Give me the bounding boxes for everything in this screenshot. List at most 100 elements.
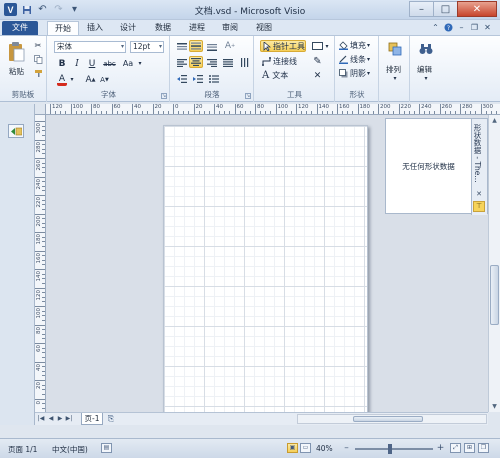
- text-direction-icon[interactable]: [238, 57, 251, 68]
- tab-design[interactable]: 设计: [115, 21, 141, 35]
- zoom-level[interactable]: 40%: [316, 444, 333, 453]
- edit-dropdown-icon[interactable]: ▾: [422, 74, 430, 82]
- text-tool-button[interactable]: A 文本: [260, 70, 300, 81]
- change-case-button[interactable]: Aa: [120, 58, 136, 69]
- shape-data-close-icon[interactable]: ✕: [474, 190, 484, 199]
- copy-icon[interactable]: [33, 54, 43, 64]
- macro-record-icon[interactable]: ▤: [101, 443, 112, 453]
- close-button[interactable]: ✕: [457, 1, 497, 17]
- font-name-select[interactable]: 宋体 ▾: [54, 41, 126, 53]
- paste-label[interactable]: 粘贴: [9, 66, 24, 77]
- vertical-scrollbar[interactable]: ▲ ▼: [488, 115, 500, 412]
- close-tool-icon[interactable]: ✕: [312, 70, 323, 81]
- shape-data-pin-icon[interactable]: ⊤: [473, 201, 485, 212]
- cut-icon[interactable]: ✂: [33, 40, 43, 50]
- tab-data[interactable]: 数据: [150, 21, 176, 35]
- line-dropdown-icon[interactable]: ▾: [367, 56, 370, 63]
- fill-button[interactable]: 填充 ▾: [339, 40, 376, 51]
- connector-tool-button[interactable]: 连接线: [260, 56, 304, 67]
- zoom-in-icon[interactable]: +: [436, 443, 445, 453]
- language-indicator[interactable]: 中文(中国): [52, 444, 88, 455]
- font-name-dropdown-icon[interactable]: ▾: [121, 42, 124, 52]
- next-page-icon[interactable]: ▶: [56, 414, 64, 424]
- paste-icon[interactable]: [5, 40, 27, 64]
- ruler-minor-tick: [126, 111, 128, 114]
- shape-data-titlebar[interactable]: 形状数据 - The... ✕ ⊤: [471, 119, 487, 215]
- full-page-view-icon[interactable]: ▣: [287, 443, 298, 453]
- shrink-font-button[interactable]: A ▼: [99, 74, 110, 85]
- insert-page-icon[interactable]: ⎘: [105, 414, 117, 424]
- shadow-button[interactable]: 阴影 ▾: [339, 68, 376, 79]
- align-right-icon[interactable]: [205, 57, 218, 68]
- font-color-dropdown-icon[interactable]: ▾: [69, 74, 75, 85]
- tab-insert[interactable]: 插入: [82, 21, 108, 35]
- line-button[interactable]: 线条 ▾: [339, 54, 376, 65]
- tab-home[interactable]: 开始: [47, 21, 79, 35]
- horizontal-scroll-thumb[interactable]: [353, 416, 423, 422]
- tab-view[interactable]: 视图: [251, 21, 277, 35]
- format-painter-icon[interactable]: [33, 68, 43, 78]
- tab-process[interactable]: 进程: [184, 21, 210, 35]
- horizontal-scrollbar[interactable]: [297, 414, 487, 424]
- bullets-icon[interactable]: [207, 73, 220, 84]
- arrange-dropdown-icon[interactable]: ▾: [391, 74, 399, 82]
- justify-icon[interactable]: [221, 57, 234, 68]
- decrease-indent-icon[interactable]: [175, 73, 188, 84]
- align-middle-icon[interactable]: [189, 40, 203, 52]
- zoom-slider[interactable]: [355, 448, 433, 450]
- rectangle-tool-icon[interactable]: [311, 41, 324, 51]
- drawing-page[interactable]: [163, 125, 368, 412]
- increase-indent-icon[interactable]: [191, 73, 204, 84]
- font-size-dropdown-icon[interactable]: ▾: [159, 42, 162, 52]
- vertical-scroll-thumb[interactable]: [490, 265, 499, 325]
- tab-review[interactable]: 审阅: [217, 21, 243, 35]
- scroll-down-icon[interactable]: ▼: [490, 402, 499, 411]
- grow-font-button[interactable]: A ▲: [85, 74, 96, 85]
- zoom-out-icon[interactable]: –: [342, 443, 351, 453]
- page-tab-1[interactable]: 页-1: [81, 413, 103, 425]
- ruler-minor-tick: [116, 111, 118, 114]
- text-size-icon[interactable]: A +: [223, 40, 237, 52]
- ruler-minor-tick: [342, 111, 344, 114]
- ruler-minor-tick: [60, 111, 62, 114]
- first-page-icon[interactable]: |◀: [37, 414, 45, 424]
- shadow-dropdown-icon[interactable]: ▾: [367, 70, 370, 77]
- strikethrough-button[interactable]: abc: [102, 58, 117, 69]
- page-indicator[interactable]: 页面 1/1: [8, 444, 37, 455]
- tab-file[interactable]: 文件: [2, 21, 38, 35]
- binoculars-icon[interactable]: [417, 41, 435, 57]
- minimize-ribbon-icon[interactable]: ⌃: [431, 23, 440, 32]
- fit-page-icon[interactable]: ⤢: [450, 443, 461, 453]
- pointer-tool-button[interactable]: 指针工具: [260, 40, 306, 52]
- help-icon[interactable]: ?: [444, 23, 453, 32]
- shape-tool-dropdown-icon[interactable]: ▾: [324, 41, 330, 51]
- underline-button[interactable]: U: [87, 58, 97, 69]
- maximize-button[interactable]: □: [433, 1, 458, 17]
- minimize-button[interactable]: –: [409, 1, 434, 17]
- font-color-button[interactable]: A: [57, 74, 67, 86]
- fill-dropdown-icon[interactable]: ▾: [367, 42, 370, 49]
- font-size-select[interactable]: 12pt ▾: [130, 41, 164, 53]
- prev-page-icon[interactable]: ◀: [47, 414, 55, 424]
- switch-windows-icon[interactable]: ❐: [478, 443, 489, 453]
- bold-button[interactable]: B: [57, 58, 67, 69]
- paragraph-dialog-launcher-icon[interactable]: ↘: [245, 93, 251, 99]
- change-case-dropdown-icon[interactable]: ▾: [137, 58, 143, 69]
- doc-restore-icon[interactable]: ❐: [470, 23, 479, 32]
- align-center-icon[interactable]: [189, 56, 203, 68]
- align-left-icon[interactable]: [175, 57, 188, 68]
- scroll-up-icon[interactable]: ▲: [490, 116, 499, 125]
- pencil-tool-icon[interactable]: ✎: [312, 56, 323, 67]
- align-bottom-icon[interactable]: [205, 41, 218, 52]
- zoom-slider-thumb[interactable]: [388, 444, 392, 454]
- font-dialog-launcher-icon[interactable]: ↘: [161, 93, 167, 99]
- italic-button[interactable]: I: [72, 58, 82, 69]
- last-page-icon[interactable]: ▶|: [65, 414, 73, 424]
- pan-zoom-icon[interactable]: ⊞: [464, 443, 475, 453]
- align-top-icon[interactable]: [175, 41, 188, 52]
- doc-minimize-icon[interactable]: –: [457, 23, 466, 32]
- shapes-expand-icon[interactable]: [8, 124, 24, 138]
- presentation-mode-icon[interactable]: ▭: [300, 443, 311, 453]
- doc-close-icon[interactable]: ✕: [483, 23, 492, 32]
- arrange-icon[interactable]: [386, 41, 404, 57]
